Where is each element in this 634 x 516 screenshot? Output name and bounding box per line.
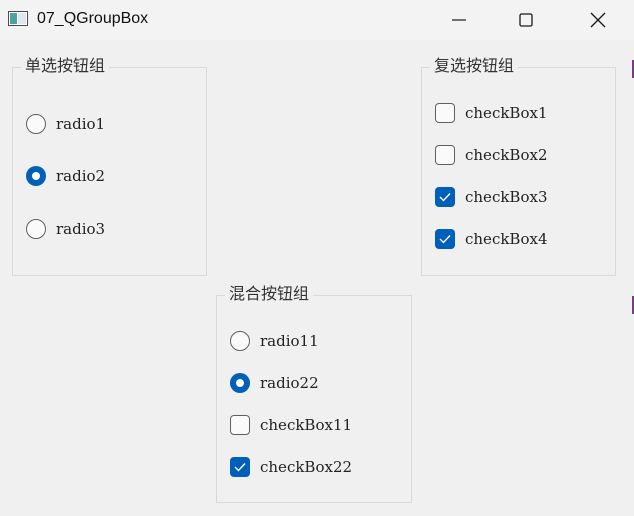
checkbox-checkbox22[interactable] (230, 457, 250, 477)
checkmark-icon (439, 235, 451, 244)
radio-button-radio11[interactable] (230, 331, 250, 351)
checkbox-checkbox3[interactable] (435, 187, 455, 207)
window-title: 07_QGroupBox (37, 10, 149, 27)
checkbox11-option[interactable]: checkBox11 (230, 414, 352, 436)
app-window: 07_QGroupBox 单选按钮组 radio1 radio2 radio3 … (0, 0, 634, 516)
group-title-multi: 复选按钮组 (430, 55, 519, 77)
option-label: checkBox3 (465, 188, 548, 206)
radio3-option[interactable]: radio3 (26, 218, 105, 240)
checkbox-checkbox11[interactable] (230, 415, 250, 435)
checkbox-checkbox1[interactable] (435, 103, 455, 123)
checkbox-checkbox4[interactable] (435, 229, 455, 249)
radio1-option[interactable]: radio1 (26, 113, 105, 135)
radio2-option[interactable]: radio2 (26, 165, 105, 187)
group-title-single: 单选按钮组 (21, 55, 110, 77)
checkbox-checkbox2[interactable] (435, 145, 455, 165)
radio11-option[interactable]: radio11 (230, 330, 319, 352)
checkbox2-option[interactable]: checkBox2 (435, 144, 548, 166)
checkmark-icon (234, 463, 246, 472)
group-single-choice: 单选按钮组 radio1 radio2 radio3 (12, 55, 207, 276)
checkbox4-option[interactable]: checkBox4 (435, 228, 548, 250)
option-label: radio2 (56, 167, 106, 185)
option-label: checkBox11 (260, 416, 353, 434)
maximize-icon (519, 13, 533, 27)
option-label: checkBox2 (465, 146, 548, 164)
option-label: radio11 (260, 332, 319, 350)
window-app-icon (8, 11, 28, 26)
radio-button-radio1[interactable] (26, 114, 46, 134)
checkbox22-option[interactable]: checkBox22 (230, 456, 352, 478)
radio22-option[interactable]: radio22 (230, 372, 319, 394)
checkmark-icon (439, 193, 451, 202)
option-label: radio1 (56, 115, 106, 133)
option-label: checkBox4 (465, 230, 548, 248)
option-label: radio3 (56, 220, 106, 238)
radio-button-radio3[interactable] (26, 219, 46, 239)
minimize-button[interactable] (436, 0, 482, 40)
option-label: checkBox1 (465, 104, 548, 122)
checkbox3-option[interactable]: checkBox3 (435, 186, 548, 208)
close-button[interactable] (575, 0, 621, 40)
group-title-mixed: 混合按钮组 (225, 283, 314, 305)
minimize-icon (452, 19, 466, 21)
radio-button-radio22[interactable] (230, 373, 250, 393)
option-label: checkBox22 (260, 458, 353, 476)
title-bar[interactable]: 07_QGroupBox (0, 0, 634, 40)
group-multi-choice: 复选按钮组 checkBox1 checkBox2 checkBox3 chec (421, 55, 616, 276)
option-label: radio22 (260, 374, 319, 392)
group-mixed: 混合按钮组 radio11 radio22 checkBox11 checkBo… (216, 283, 412, 503)
checkbox1-option[interactable]: checkBox1 (435, 102, 548, 124)
maximize-button[interactable] (503, 0, 549, 40)
close-icon (590, 12, 606, 28)
radio-button-radio2[interactable] (26, 166, 46, 186)
